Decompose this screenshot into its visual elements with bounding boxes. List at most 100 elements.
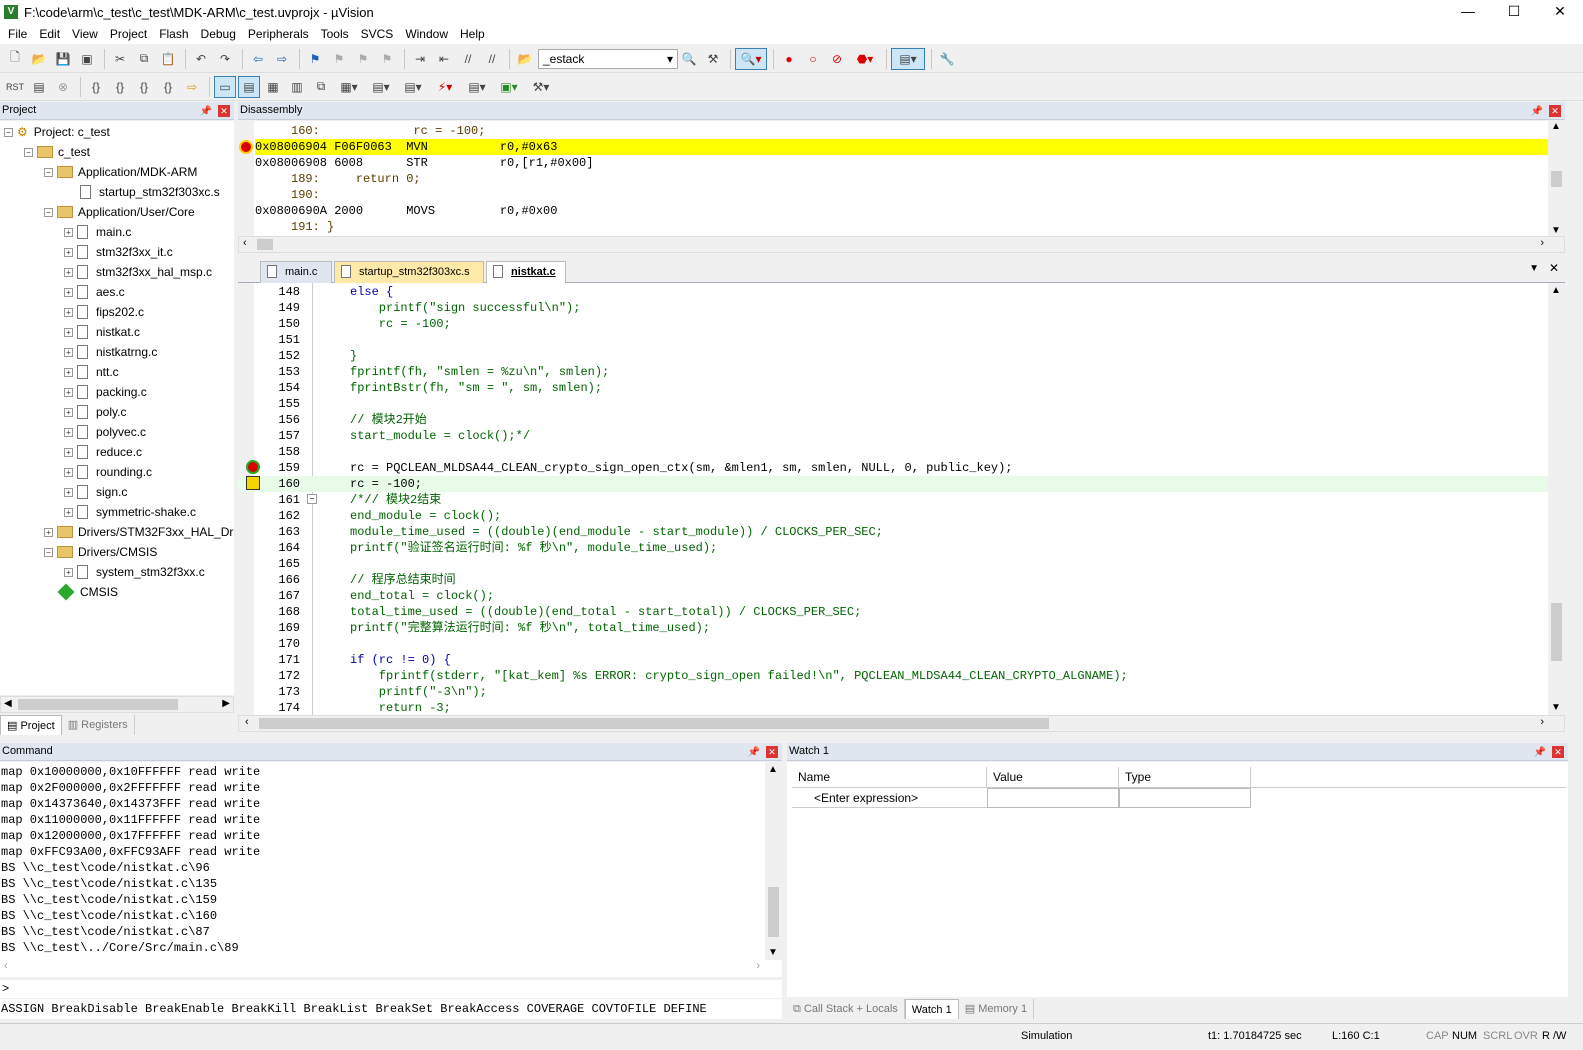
tab-list-dropdown-icon[interactable]: ▼ <box>1529 263 1539 274</box>
comment-icon[interactable]: // <box>457 48 479 70</box>
scroll-up-icon[interactable]: ▲ <box>1551 121 1561 132</box>
tree-file[interactable]: + system_stm32f3xx.c <box>64 562 205 582</box>
tab-project[interactable]: ▤ Project <box>0 715 62 735</box>
tree-file[interactable]: startup_stm32f303xc.s <box>80 182 220 202</box>
menu-svcs[interactable]: SVCS <box>355 27 400 41</box>
enable-breakpoint-icon[interactable]: ○ <box>802 48 824 70</box>
undo-icon[interactable]: ↶ <box>190 48 212 70</box>
scroll-up-icon[interactable]: ▲ <box>1551 285 1561 296</box>
tree-file[interactable]: + fips202.c <box>64 302 144 322</box>
disassembly-window-icon[interactable]: ▤ <box>238 75 260 98</box>
expand-icon[interactable]: + <box>64 447 73 457</box>
tree-file[interactable]: + rounding.c <box>64 462 152 482</box>
menu-file[interactable]: File <box>2 27 33 41</box>
tree-file[interactable]: + symmetric-shake.c <box>64 502 196 522</box>
tree-file[interactable]: + reduce.c <box>64 442 142 462</box>
scrollbar-thumb[interactable] <box>1551 171 1562 187</box>
save-icon[interactable]: 💾 <box>52 48 74 70</box>
menu-tools[interactable]: Tools <box>315 27 355 41</box>
watch-enter-expression[interactable]: <Enter expression> <box>792 788 987 808</box>
scroll-left-icon[interactable]: ◀ <box>4 698 12 709</box>
tree-file[interactable]: + polyvec.c <box>64 422 146 442</box>
tab-call-stack[interactable]: ⧉ Call Stack + Locals <box>787 999 905 1019</box>
tree-root[interactable]: − ⚙ Project: c_test <box>4 122 110 142</box>
collapse-icon[interactable]: − <box>44 547 53 557</box>
scroll-right-icon[interactable]: › <box>756 960 760 972</box>
copy-icon[interactable]: ⧉ <box>133 48 155 70</box>
serial-windows-icon[interactable]: ▤▾ <box>398 76 428 98</box>
replace-icon[interactable]: ⚒ <box>702 48 724 70</box>
watch-col-name[interactable]: Name <box>792 767 987 787</box>
close-icon[interactable]: ✕ <box>218 105 230 117</box>
bookmark-icon[interactable]: ⚑ <box>304 48 326 70</box>
tree-file[interactable]: + ntt.c <box>64 362 119 382</box>
tree-group[interactable]: − Application/MDK-ARM <box>44 162 197 182</box>
disassembly-view[interactable]: 160: rc = -100; 0x08006904 F06F0063 MVN … <box>238 121 1565 236</box>
expand-icon[interactable]: + <box>64 347 73 357</box>
tree-group[interactable]: − Application/User/Core <box>44 202 195 222</box>
scrollbar-thumb[interactable] <box>1551 603 1562 661</box>
command-hscrollbar[interactable]: ‹ › <box>0 960 782 977</box>
command-input[interactable]: > <box>0 980 782 998</box>
disassembly-vscrollbar[interactable]: ▲ ▼ <box>1548 121 1565 236</box>
expand-icon[interactable]: + <box>64 487 73 497</box>
expand-icon[interactable]: + <box>64 267 73 277</box>
menu-debug[interactable]: Debug <box>195 27 242 41</box>
collapse-icon[interactable]: − <box>24 147 33 157</box>
tree-target[interactable]: − c_test <box>24 142 90 162</box>
command-window-icon[interactable]: ▭ <box>214 75 236 98</box>
redo-icon[interactable]: ↷ <box>214 48 236 70</box>
configure-icon[interactable]: 🔧 <box>936 48 958 70</box>
run-to-cursor-icon[interactable]: {} <box>157 76 179 98</box>
menu-project[interactable]: Project <box>104 27 153 41</box>
menu-edit[interactable]: Edit <box>33 27 66 41</box>
paste-icon[interactable]: 📋 <box>157 48 179 70</box>
scrollbar-thumb[interactable] <box>18 699 178 710</box>
tree-file[interactable]: + sign.c <box>64 482 127 502</box>
maximize-button[interactable]: ☐ <box>1491 0 1537 24</box>
tree-file[interactable]: + poly.c <box>64 402 126 422</box>
new-file-icon[interactable]: 🗋 <box>4 48 26 70</box>
debug-session-icon[interactable]: 🔍▾ <box>735 47 767 70</box>
scrollbar-thumb[interactable] <box>768 887 779 937</box>
menu-flash[interactable]: Flash <box>153 27 194 41</box>
tab-nistkat-c[interactable]: nistkat.c <box>486 261 566 283</box>
tree-file[interactable]: + main.c <box>64 222 131 242</box>
cut-icon[interactable]: ✂ <box>109 48 131 70</box>
expand-icon[interactable]: + <box>64 427 73 437</box>
scroll-right-icon[interactable]: › <box>1540 716 1544 728</box>
expand-icon[interactable]: + <box>64 367 73 377</box>
collapse-icon[interactable]: − <box>44 167 53 177</box>
uncomment-icon[interactable]: // <box>481 48 503 70</box>
clear-bookmarks-icon[interactable]: ⚑ <box>376 48 398 70</box>
scroll-left-icon[interactable]: ‹ <box>243 237 247 249</box>
toolbox-icon[interactable]: ⚒▾ <box>526 76 556 98</box>
expand-icon[interactable]: + <box>64 287 73 297</box>
scroll-right-icon[interactable]: › <box>1540 237 1544 249</box>
command-vscrollbar[interactable]: ▲ ▼ <box>765 762 782 960</box>
tree-group[interactable]: + Drivers/STM32F3xx_HAL_Driv <box>44 522 234 542</box>
scrollbar-thumb[interactable] <box>257 239 273 250</box>
window-layout-icon[interactable]: ▤▾ <box>891 47 925 70</box>
scrollbar-thumb[interactable] <box>259 718 1049 729</box>
expand-icon[interactable]: + <box>64 567 73 577</box>
menu-help[interactable]: Help <box>454 27 491 41</box>
system-viewer-icon[interactable]: ▣▾ <box>494 76 524 98</box>
expand-icon[interactable]: + <box>64 407 73 417</box>
disable-breakpoints-icon[interactable]: ⊘ <box>826 48 848 70</box>
run-icon[interactable]: ▤ <box>28 76 50 98</box>
close-window-button[interactable]: ✕ <box>1537 0 1583 24</box>
open-folder-icon[interactable]: 📂 <box>28 48 50 70</box>
unindent-icon[interactable]: ⇤ <box>433 48 455 70</box>
editor-hscrollbar[interactable]: ‹ › <box>238 715 1565 732</box>
scroll-down-icon[interactable]: ▼ <box>768 947 778 958</box>
memory-windows-icon[interactable]: ▤▾ <box>366 76 396 98</box>
prev-bookmark-icon[interactable]: ⚑ <box>328 48 350 70</box>
watch-type-cell[interactable] <box>1119 788 1251 808</box>
expand-icon[interactable]: + <box>64 307 73 317</box>
expand-icon[interactable]: + <box>44 527 53 537</box>
tree-file[interactable]: + aes.c <box>64 282 125 302</box>
reset-icon[interactable]: RST <box>4 76 26 98</box>
disassembly-hscrollbar[interactable]: ‹ › <box>238 236 1565 253</box>
command-output[interactable]: map 0x10000000,0x10FFFFFF read write map… <box>0 762 782 960</box>
